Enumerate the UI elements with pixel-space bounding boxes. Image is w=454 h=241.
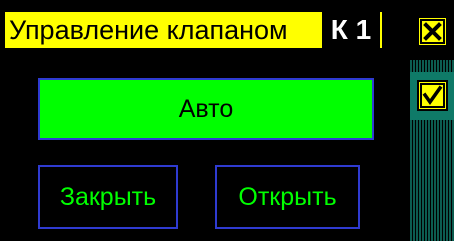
close-x-icon (420, 19, 445, 44)
open-valve-button[interactable]: Открыть (215, 165, 360, 229)
close-valve-button[interactable]: Закрыть (38, 165, 178, 229)
auto-mode-button[interactable]: Авто (38, 78, 374, 140)
close-button[interactable] (417, 16, 448, 47)
checkmark-icon (420, 83, 445, 108)
valve-control-panel: Управление клапаном К 1 Авто Закрыть Отк… (0, 0, 410, 241)
title-bar: Управление клапаном К 1 (1, 10, 393, 50)
valve-id-label: К 1 (322, 12, 382, 48)
window-title: Управление клапаном (5, 12, 322, 48)
valve-control-screen: Управление клапаном К 1 Авто Закрыть Отк… (0, 0, 454, 241)
confirm-button[interactable] (417, 80, 448, 111)
